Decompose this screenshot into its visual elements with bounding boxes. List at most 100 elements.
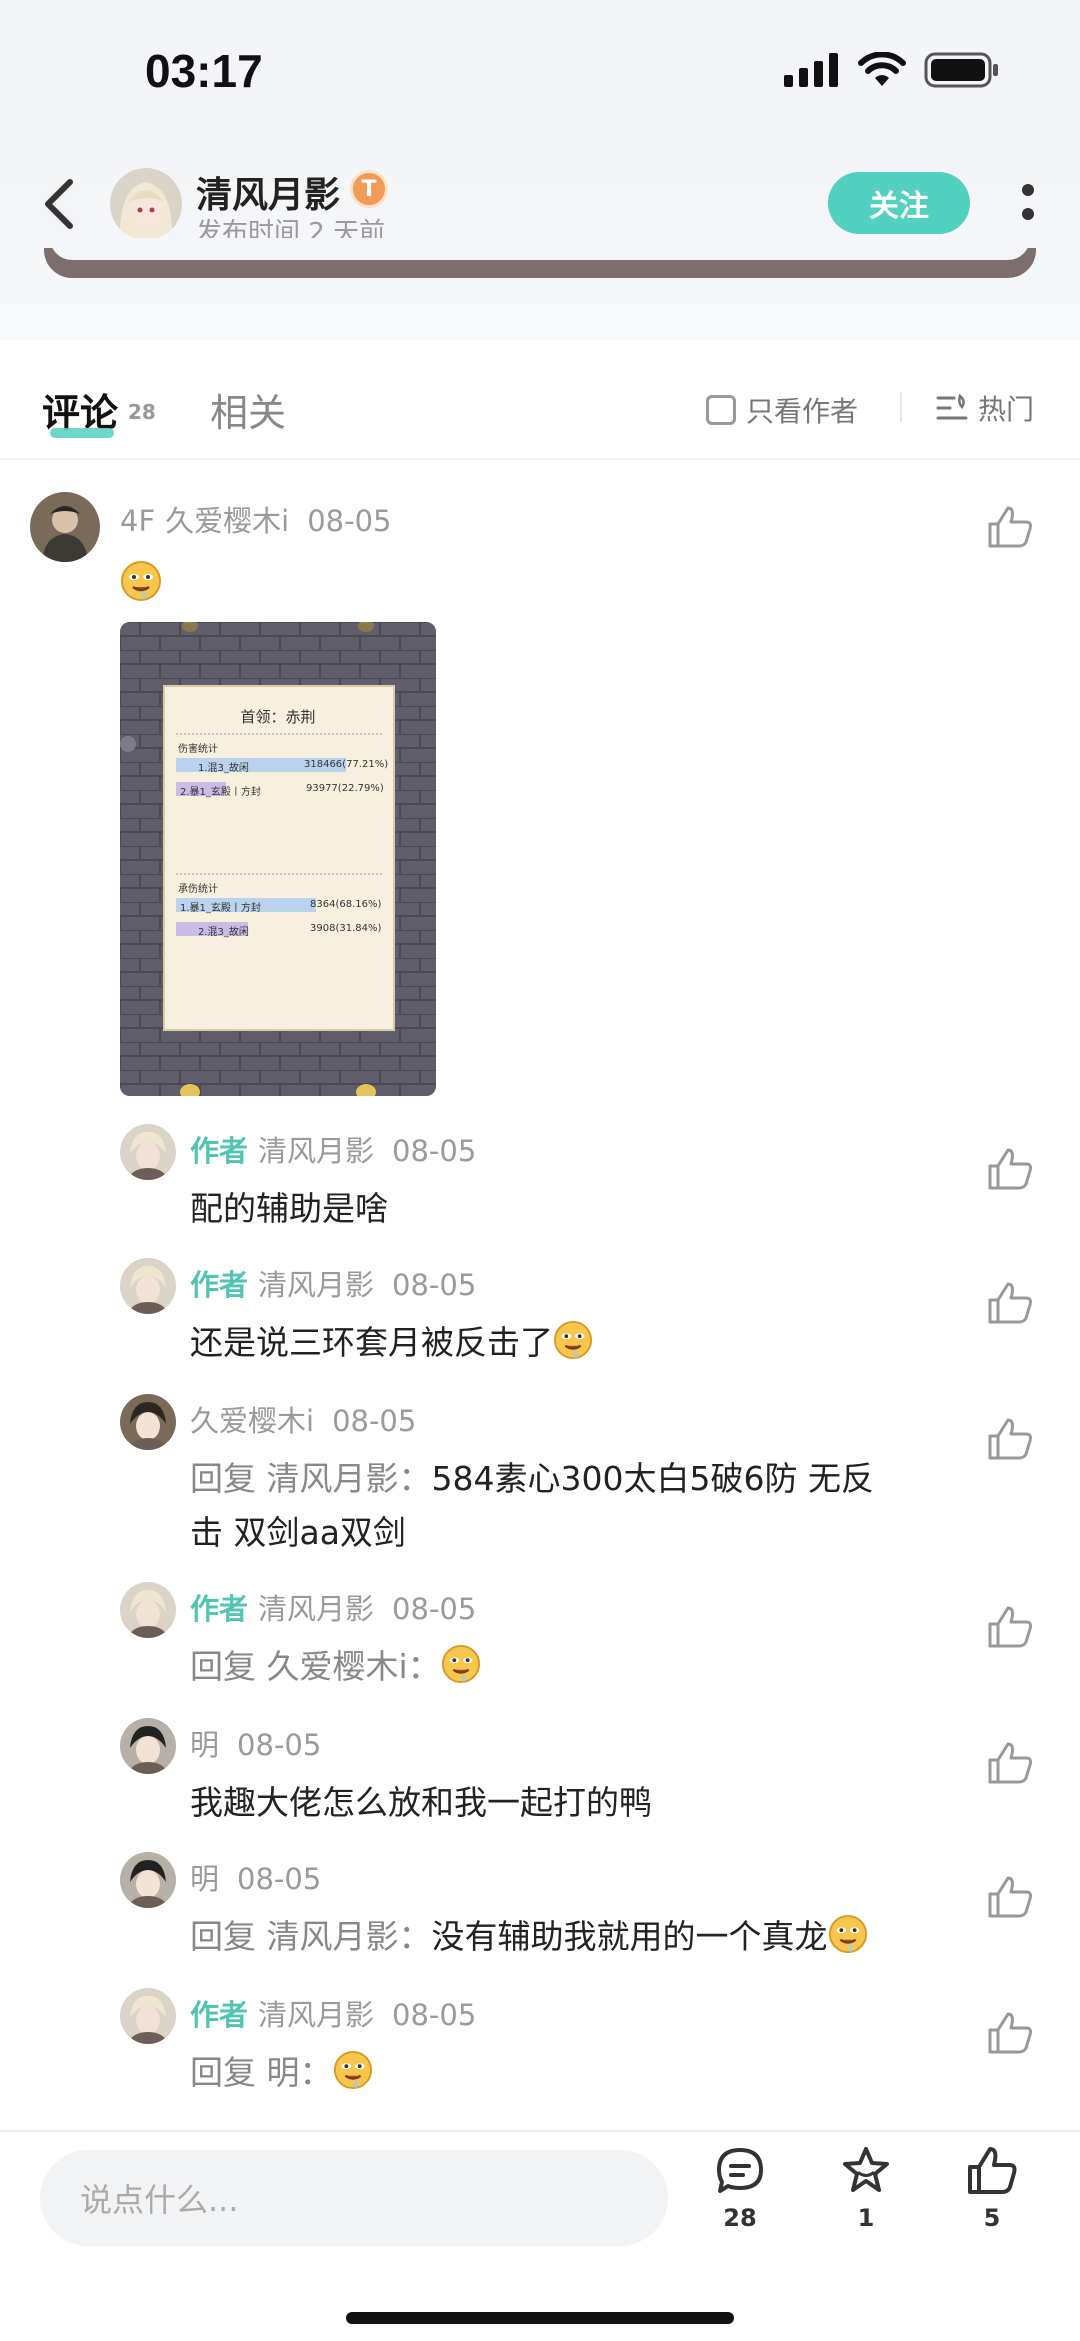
home-indicator (346, 2312, 734, 2324)
author-name[interactable]: 清风月影 (196, 166, 340, 218)
thumbs-up-icon[interactable] (986, 1604, 1034, 1650)
author-tag: 作者 (190, 1268, 249, 1302)
author-tag: 作者 (190, 1592, 249, 1626)
thumbs-up-icon (968, 2147, 1017, 2194)
image-damage-header: 伤害统计 (178, 744, 218, 755)
sort-icon (936, 393, 968, 420)
reply-prefix[interactable]: 回复 清风月影： (190, 1917, 432, 1956)
reply-username[interactable]: 明 (190, 1728, 219, 1762)
reply-text: 回复 久爱樱木i： (190, 1640, 970, 1694)
comment-bubble-icon (717, 2148, 763, 2193)
author-only-toggle[interactable]: 只看作者 (706, 390, 858, 430)
image-title: 首领：赤荆 (240, 708, 316, 726)
reply-username[interactable]: 清风月影 (258, 1268, 374, 1302)
reply-date: 08-05 (237, 1862, 322, 1896)
emoji-drool-icon (121, 561, 161, 601)
reply-avatar[interactable] (120, 1124, 176, 1180)
reply-avatar[interactable] (120, 1258, 176, 1314)
thumbs-up-icon[interactable] (986, 1874, 1034, 1920)
thumbs-up-icon[interactable] (986, 504, 1034, 550)
reply-avatar[interactable] (120, 1394, 176, 1450)
image-taken-row-2-value: 3908(31.84%) (310, 923, 382, 934)
image-damage-row-2-name: 2.暴1_玄殿丨方封 (180, 787, 261, 798)
reply-username[interactable]: 久爱樱木i (190, 1404, 314, 1438)
author-avatar[interactable] (110, 168, 182, 240)
emoji-drool-icon (828, 1914, 867, 1954)
reply-prefix[interactable]: 回复 明： (190, 2053, 333, 2092)
emoji-drool-icon (333, 2050, 372, 2090)
tab-related[interactable]: 相关 (210, 382, 286, 437)
battery-icon (924, 52, 998, 88)
sort-hot-button[interactable]: 热门 (936, 388, 1034, 428)
image-damage-row-2-value: 93977(22.79%) (306, 783, 384, 794)
reply-date: 08-05 (392, 1134, 477, 1168)
post-header: 清风月影 T 发布时间 2 天前 关注 (0, 150, 1080, 340)
reply-date: 08-05 (392, 1268, 477, 1302)
reply-item: 作者 清风月影 08-05 回复 久爱樱木i： (0, 1578, 1080, 1708)
reply-item: 明 08-05 我趣大佬怎么放和我一起打的鸭 (0, 1714, 1080, 1844)
divider (900, 392, 902, 422)
reply-meta: 明 08-05 (190, 1722, 321, 1764)
reply-item: 久爱樱木i 08-05 回复 清风月影：584素心300太白5破6防 无反击 双剑a… (0, 1390, 1080, 1552)
like-count: 5 (983, 2204, 1001, 2232)
comment-input[interactable]: 说点什么... (40, 2150, 668, 2246)
checkbox-icon[interactable] (706, 395, 736, 425)
signal-icon (784, 53, 838, 87)
reply-content: 584素心300太白5破6防 无反 (431, 1459, 874, 1498)
image-taken-row-1-value: 8364(68.16%) (310, 899, 382, 910)
thumbs-up-icon[interactable] (986, 1740, 1034, 1786)
follow-button[interactable]: 关注 (828, 172, 970, 234)
reply-date: 08-05 (332, 1404, 417, 1438)
reply-meta: 作者 清风月影 08-05 (190, 1262, 476, 1304)
favorite-button[interactable]: 1 (826, 2144, 906, 2232)
thumbs-up-icon[interactable] (986, 1280, 1034, 1326)
image-damage-row-1-name: 1.混3_故闲 (198, 763, 249, 774)
reply-username[interactable]: 清风月影 (258, 1998, 374, 2032)
comment-count: 28 (723, 2204, 757, 2232)
reply-prefix[interactable]: 回复 清风月影： (190, 1459, 432, 1498)
more-options-icon[interactable] (1020, 184, 1036, 230)
reply-item: 作者 清风月影 08-05 回复 明： (0, 1984, 1080, 2114)
reply-text: 回复 清风月影：584素心300太白5破6防 无反击 双剑aa双剑 (190, 1452, 970, 1560)
reply-avatar[interactable] (120, 1718, 176, 1774)
like-button[interactable]: 5 (952, 2144, 1032, 2232)
reply-username[interactable]: 明 (190, 1862, 219, 1896)
reply-content: 我趣大佬怎么放和我一起打的鸭 (190, 1783, 652, 1822)
status-bar: 03:17 (0, 0, 1080, 150)
reply-avatar[interactable] (120, 1582, 176, 1638)
reply-text: 回复 清风月影：没有辅助我就用的一个真龙 (190, 1910, 970, 1964)
reply-date: 08-05 (392, 1998, 477, 2032)
comment-tabs: 评论 28 相关 只看作者 热门 (0, 340, 1080, 460)
thumbs-up-icon[interactable] (986, 1416, 1034, 1462)
comment-date: 08-05 (307, 504, 392, 538)
reply-text: 配的辅助是啥 (190, 1182, 970, 1236)
thumbs-up-icon[interactable] (986, 1146, 1034, 1192)
comment-image[interactable]: 首领：赤荆 伤害统计 1.混3_故闲 318466(77.21%) 2.暴1_玄… (120, 622, 436, 1096)
reply-text: 还是说三环套月被反击了 (190, 1316, 970, 1370)
reply-prefix[interactable]: 回复 久爱樱木i： (190, 1647, 441, 1686)
thumbs-up-icon[interactable] (986, 2010, 1034, 2056)
comment-button[interactable]: 28 (700, 2144, 780, 2232)
commenter-avatar[interactable] (30, 492, 100, 562)
reply-content: 还是说三环套月被反击了 (190, 1323, 553, 1362)
image-taken-row-1-name: 1.暴1_玄殿丨方封 (180, 903, 261, 914)
author-tag: 作者 (190, 1998, 249, 2032)
reply-date: 08-05 (237, 1728, 322, 1762)
reply-avatar[interactable] (120, 1852, 176, 1908)
image-taken-row-2-name: 2.混3_故闲 (198, 927, 249, 938)
reply-content-continued: 击 双剑aa双剑 (190, 1513, 406, 1552)
reply-item: 作者 清风月影 08-05 还是说三环套月被反击了 (0, 1254, 1080, 1384)
image-damage-row-1-value: 318466(77.21%) (304, 759, 389, 770)
reply-item: 作者 清风月影 08-05 配的辅助是啥 (0, 1120, 1080, 1250)
image-taken-header: 承伤统计 (178, 884, 218, 895)
star-icon (843, 2147, 889, 2192)
reply-date: 08-05 (392, 1592, 477, 1626)
back-arrow-icon[interactable] (36, 174, 86, 234)
comment-username[interactable]: 久爱樱木i (165, 504, 289, 538)
reply-username[interactable]: 清风月影 (258, 1592, 374, 1626)
reply-username[interactable]: 清风月影 (258, 1134, 374, 1168)
reply-content: 配的辅助是啥 (190, 1189, 388, 1228)
floor-number: 4F (120, 504, 156, 538)
reply-avatar[interactable] (120, 1988, 176, 2044)
favorite-count: 1 (857, 2204, 875, 2232)
